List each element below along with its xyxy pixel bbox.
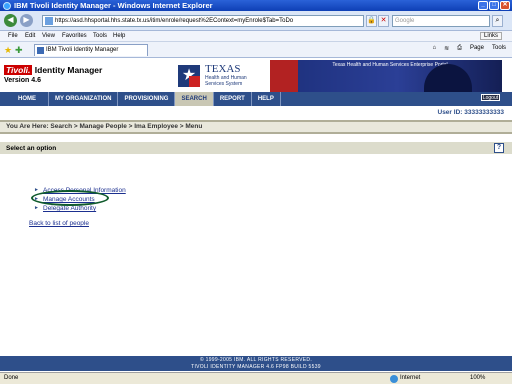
help-icon[interactable]: ?: [494, 143, 504, 153]
bullet-arrow-icon: ►: [34, 205, 39, 211]
tab-favicon-icon: [37, 47, 44, 54]
app-footer: © 1999-2005 IBM. ALL RIGHTS RESERVED. TI…: [0, 356, 512, 371]
menu-help[interactable]: Help: [113, 33, 125, 39]
maximize-button[interactable]: □: [489, 1, 499, 10]
zoom-level[interactable]: 100%: [470, 373, 485, 384]
security-zone: Internet: [390, 373, 420, 384]
menu-edit[interactable]: Edit: [25, 33, 35, 39]
nav-my-organization[interactable]: MY ORGANIZATION: [49, 92, 119, 106]
tab-title: IBM Tivoli Identity Manager: [46, 47, 119, 53]
window-controls: _ □ ✕: [478, 1, 510, 10]
tools-menu[interactable]: Tools: [492, 45, 506, 52]
tab-bar: ★ ✚ IBM Tivoli Identity Manager ⌂ ≋ ⎙ Pa…: [0, 42, 512, 58]
window-title: IBM Tivoli Identity Manager - Windows In…: [14, 1, 213, 10]
highlight-oval: [31, 190, 109, 206]
lock-icon[interactable]: 🔒: [366, 15, 377, 27]
feeds-icon[interactable]: ≋: [444, 45, 449, 52]
page-icon: [45, 17, 53, 25]
user-id-bar: User ID: 33333333333: [0, 106, 512, 120]
command-bar: ⌂ ≋ ⎙ Page Tools: [433, 45, 507, 52]
app-header: Tivoli. Identity Manager Version 4.6 ★ T…: [0, 60, 512, 92]
delegate-authority-link[interactable]: Delegate Authority: [43, 205, 96, 212]
flag-graphic: [270, 60, 298, 92]
texas-star-icon: ★: [178, 65, 200, 87]
banner-title: Texas Health and Human Services Enterpri…: [332, 62, 448, 68]
tivoli-logo: Tivoli. Identity Manager: [4, 65, 102, 75]
silhouette-graphic: [424, 64, 472, 92]
stop-icon[interactable]: ✕: [378, 15, 389, 27]
product-version: Version 4.6: [4, 77, 41, 84]
menu-bar: File Edit View Favorites Tools Help Link…: [0, 31, 512, 42]
breadcrumb: You Are Here: Search > Manage People > I…: [0, 120, 512, 134]
links-button[interactable]: Links: [479, 32, 502, 40]
minimize-button[interactable]: _: [478, 1, 488, 10]
window-titlebar: IBM Tivoli Identity Manager - Windows In…: [0, 0, 512, 11]
nav-search[interactable]: SEARCH: [175, 92, 214, 106]
logout-button[interactable]: Logout: [481, 94, 500, 101]
close-button[interactable]: ✕: [500, 1, 510, 10]
texas-hhs-logo: ★ TEXAS Health and Human Services System: [178, 63, 264, 91]
address-url: https://asd.hhsportal.hhs.state.tx.us/it…: [55, 18, 294, 24]
status-bar: Done Internet 100%: [0, 372, 512, 384]
nav-provisioning[interactable]: PROVISIONING: [118, 92, 176, 106]
nav-home[interactable]: HOME: [0, 92, 49, 106]
back-to-list-link[interactable]: Back to list of people: [29, 220, 89, 227]
partner-name: TEXAS: [205, 63, 241, 75]
browser-tab[interactable]: IBM Tivoli Identity Manager: [34, 44, 148, 56]
forward-button[interactable]: ▶: [20, 14, 33, 27]
home-icon[interactable]: ⌂: [433, 45, 437, 52]
status-text: Done: [4, 375, 19, 381]
page-menu[interactable]: Page: [470, 45, 484, 52]
address-bar[interactable]: https://asd.hhsportal.hhs.state.tx.us/it…: [42, 15, 364, 27]
product-name: Identity Manager: [34, 65, 103, 75]
zone-label: Internet: [400, 375, 421, 381]
copyright-text: © 1999-2005 IBM. ALL RIGHTS RESERVED.: [199, 357, 313, 363]
section-title: Select an option: [6, 145, 57, 152]
add-favorite-icon[interactable]: ✚: [15, 45, 23, 56]
favorites-star-icon[interactable]: ★: [4, 45, 12, 56]
ie-icon: [3, 2, 11, 10]
back-button[interactable]: ◀: [4, 14, 17, 27]
app-nav: HOME MY ORGANIZATION PROVISIONING SEARCH…: [0, 92, 512, 106]
search-icon[interactable]: ⌕: [492, 15, 503, 27]
menu-tools[interactable]: Tools: [93, 33, 107, 39]
print-icon[interactable]: ⎙: [457, 45, 462, 52]
nav-report[interactable]: REPORT: [214, 92, 252, 106]
menu-view[interactable]: View: [42, 33, 55, 39]
portal-banner: Texas Health and Human Services Enterpri…: [270, 60, 502, 92]
build-text: TIVOLI IDENTITY MANAGER 4.6 FP98 BUILD 5…: [191, 364, 321, 370]
menu-file[interactable]: File: [8, 33, 18, 39]
menu-favorites[interactable]: Favorites: [62, 33, 87, 39]
address-toolbar: ◀ ▶ https://asd.hhsportal.hhs.state.tx.u…: [0, 11, 512, 31]
search-input[interactable]: Google: [392, 15, 490, 27]
partner-subtitle: Health and Human Services System: [205, 75, 247, 87]
globe-icon: [390, 375, 398, 383]
user-id: User ID: 33333333333: [437, 109, 505, 116]
option-header: Select an option ?: [0, 142, 512, 154]
brand-name: Tivoli.: [4, 65, 33, 75]
nav-help[interactable]: HELP: [252, 92, 281, 106]
